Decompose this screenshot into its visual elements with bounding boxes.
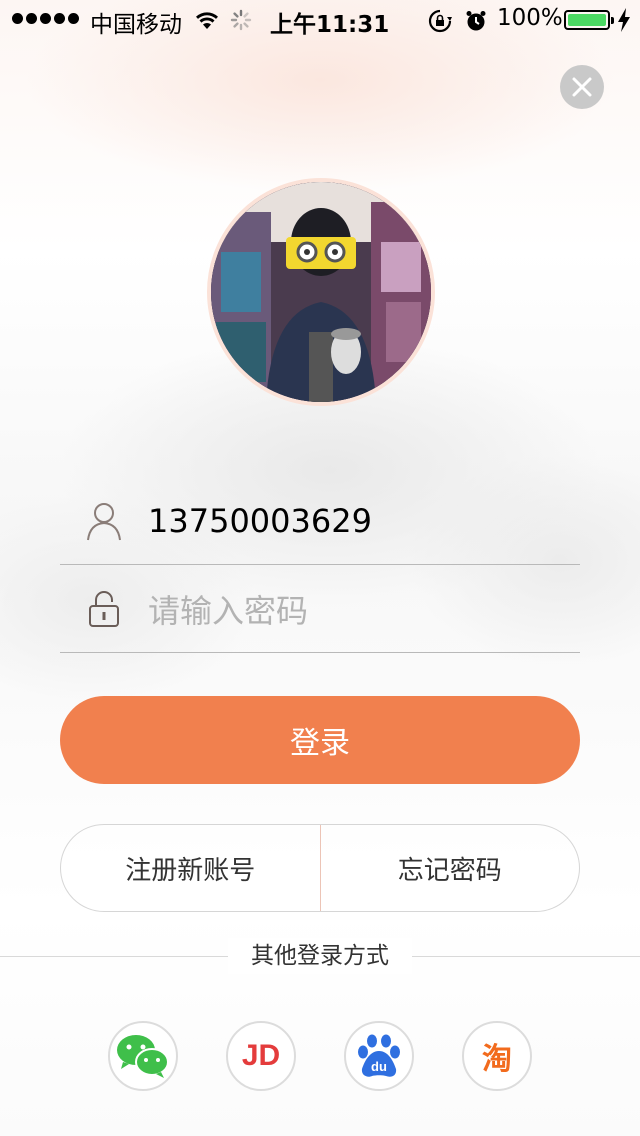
password-placeholder[interactable]: 请输入密码 — [148, 586, 308, 632]
baidu-label: du — [371, 1059, 387, 1074]
lock-icon — [60, 565, 148, 653]
other-login-title: 其他登录方式 — [228, 938, 412, 974]
signal-strength-icon — [12, 13, 79, 24]
battery-icon — [564, 10, 614, 30]
user-photo — [211, 182, 431, 402]
status-bar: 中国移动 上午11:31 100% — [0, 0, 640, 40]
battery-percentage: 100% — [497, 5, 563, 31]
username-value[interactable]: 13750003629 — [148, 502, 372, 540]
carrier-name: 中国移动 — [90, 12, 182, 38]
login-button[interactable]: 登录 — [60, 696, 580, 784]
avatar[interactable] — [207, 178, 435, 406]
loading-spinner-icon — [230, 9, 252, 31]
wifi-icon — [196, 12, 218, 29]
alarm-icon — [466, 11, 486, 31]
taobao-icon: 淘 — [482, 1042, 512, 1077]
taobao-login-button[interactable]: 淘 — [462, 1021, 532, 1091]
account-links: 注册新账号 忘记密码 — [60, 824, 580, 912]
wechat-login-button[interactable] — [108, 1021, 178, 1091]
rotation-lock-icon — [428, 9, 452, 33]
username-field[interactable]: 13750003629 — [60, 477, 580, 565]
jd-login-button[interactable]: JD — [226, 1021, 296, 1091]
user-icon — [60, 477, 148, 565]
charging-bolt-icon — [618, 8, 630, 32]
jd-icon: JD — [241, 1039, 281, 1072]
register-button[interactable]: 注册新账号 — [61, 825, 320, 911]
close-icon — [572, 77, 592, 97]
wechat-icon — [117, 1035, 169, 1078]
baidu-login-button[interactable]: du — [344, 1021, 414, 1091]
password-field[interactable]: 请输入密码 — [60, 565, 580, 653]
forgot-password-button[interactable]: 忘记密码 — [321, 825, 580, 911]
clock-time: 上午11:31 — [270, 12, 390, 38]
close-button[interactable] — [560, 65, 604, 109]
